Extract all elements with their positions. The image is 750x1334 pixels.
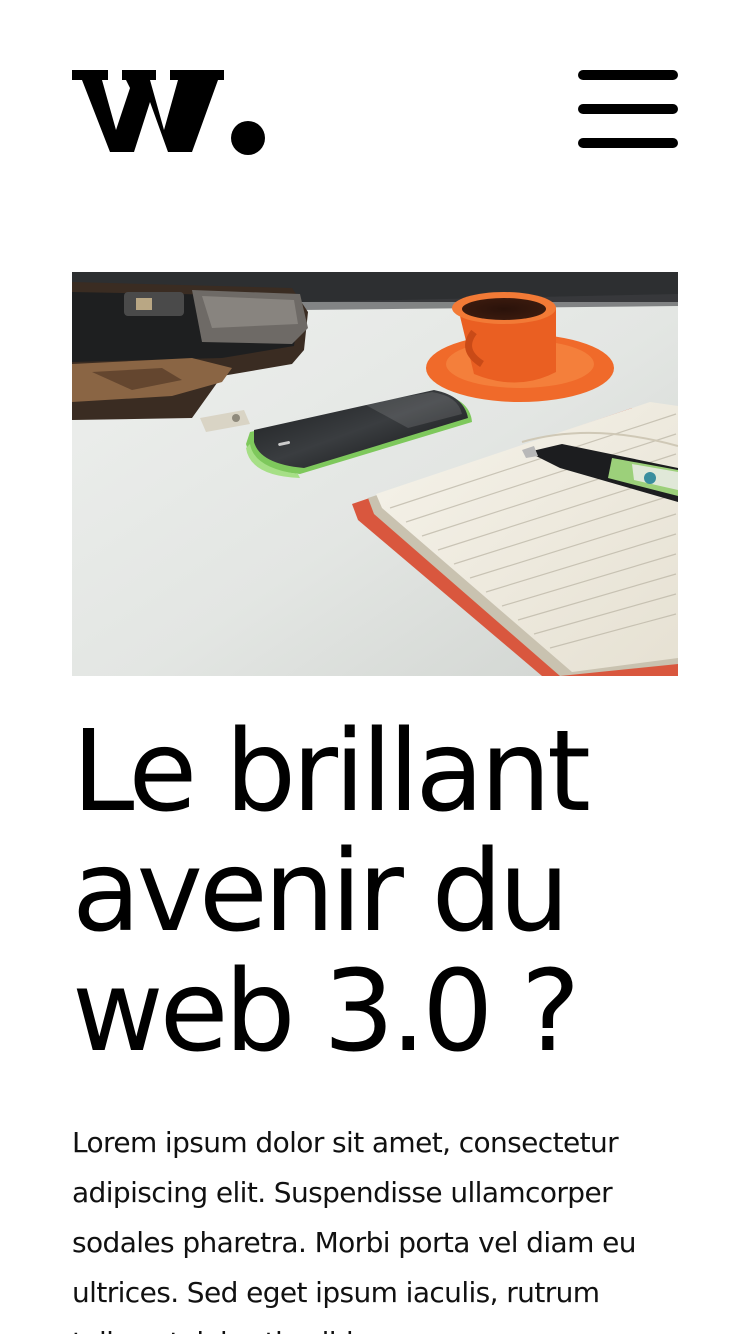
hero-image — [72, 272, 678, 676]
site-logo[interactable] — [72, 64, 272, 156]
menu-bar-middle — [578, 104, 678, 114]
site-header — [72, 64, 678, 156]
menu-bar-top — [578, 70, 678, 80]
article-title: Le brillant avenir du web 3.0 ? — [72, 707, 591, 1077]
logo-w-icon — [72, 70, 265, 155]
page: Le brillant avenir du web 3.0 ? Lorem ip… — [0, 0, 750, 1334]
menu-bar-bottom — [578, 138, 678, 148]
hamburger-menu-button[interactable] — [578, 68, 678, 150]
desk-photo-illustration — [72, 272, 678, 676]
article-body: Lorem ipsum dolor sit amet, consectetur … — [72, 1126, 636, 1334]
